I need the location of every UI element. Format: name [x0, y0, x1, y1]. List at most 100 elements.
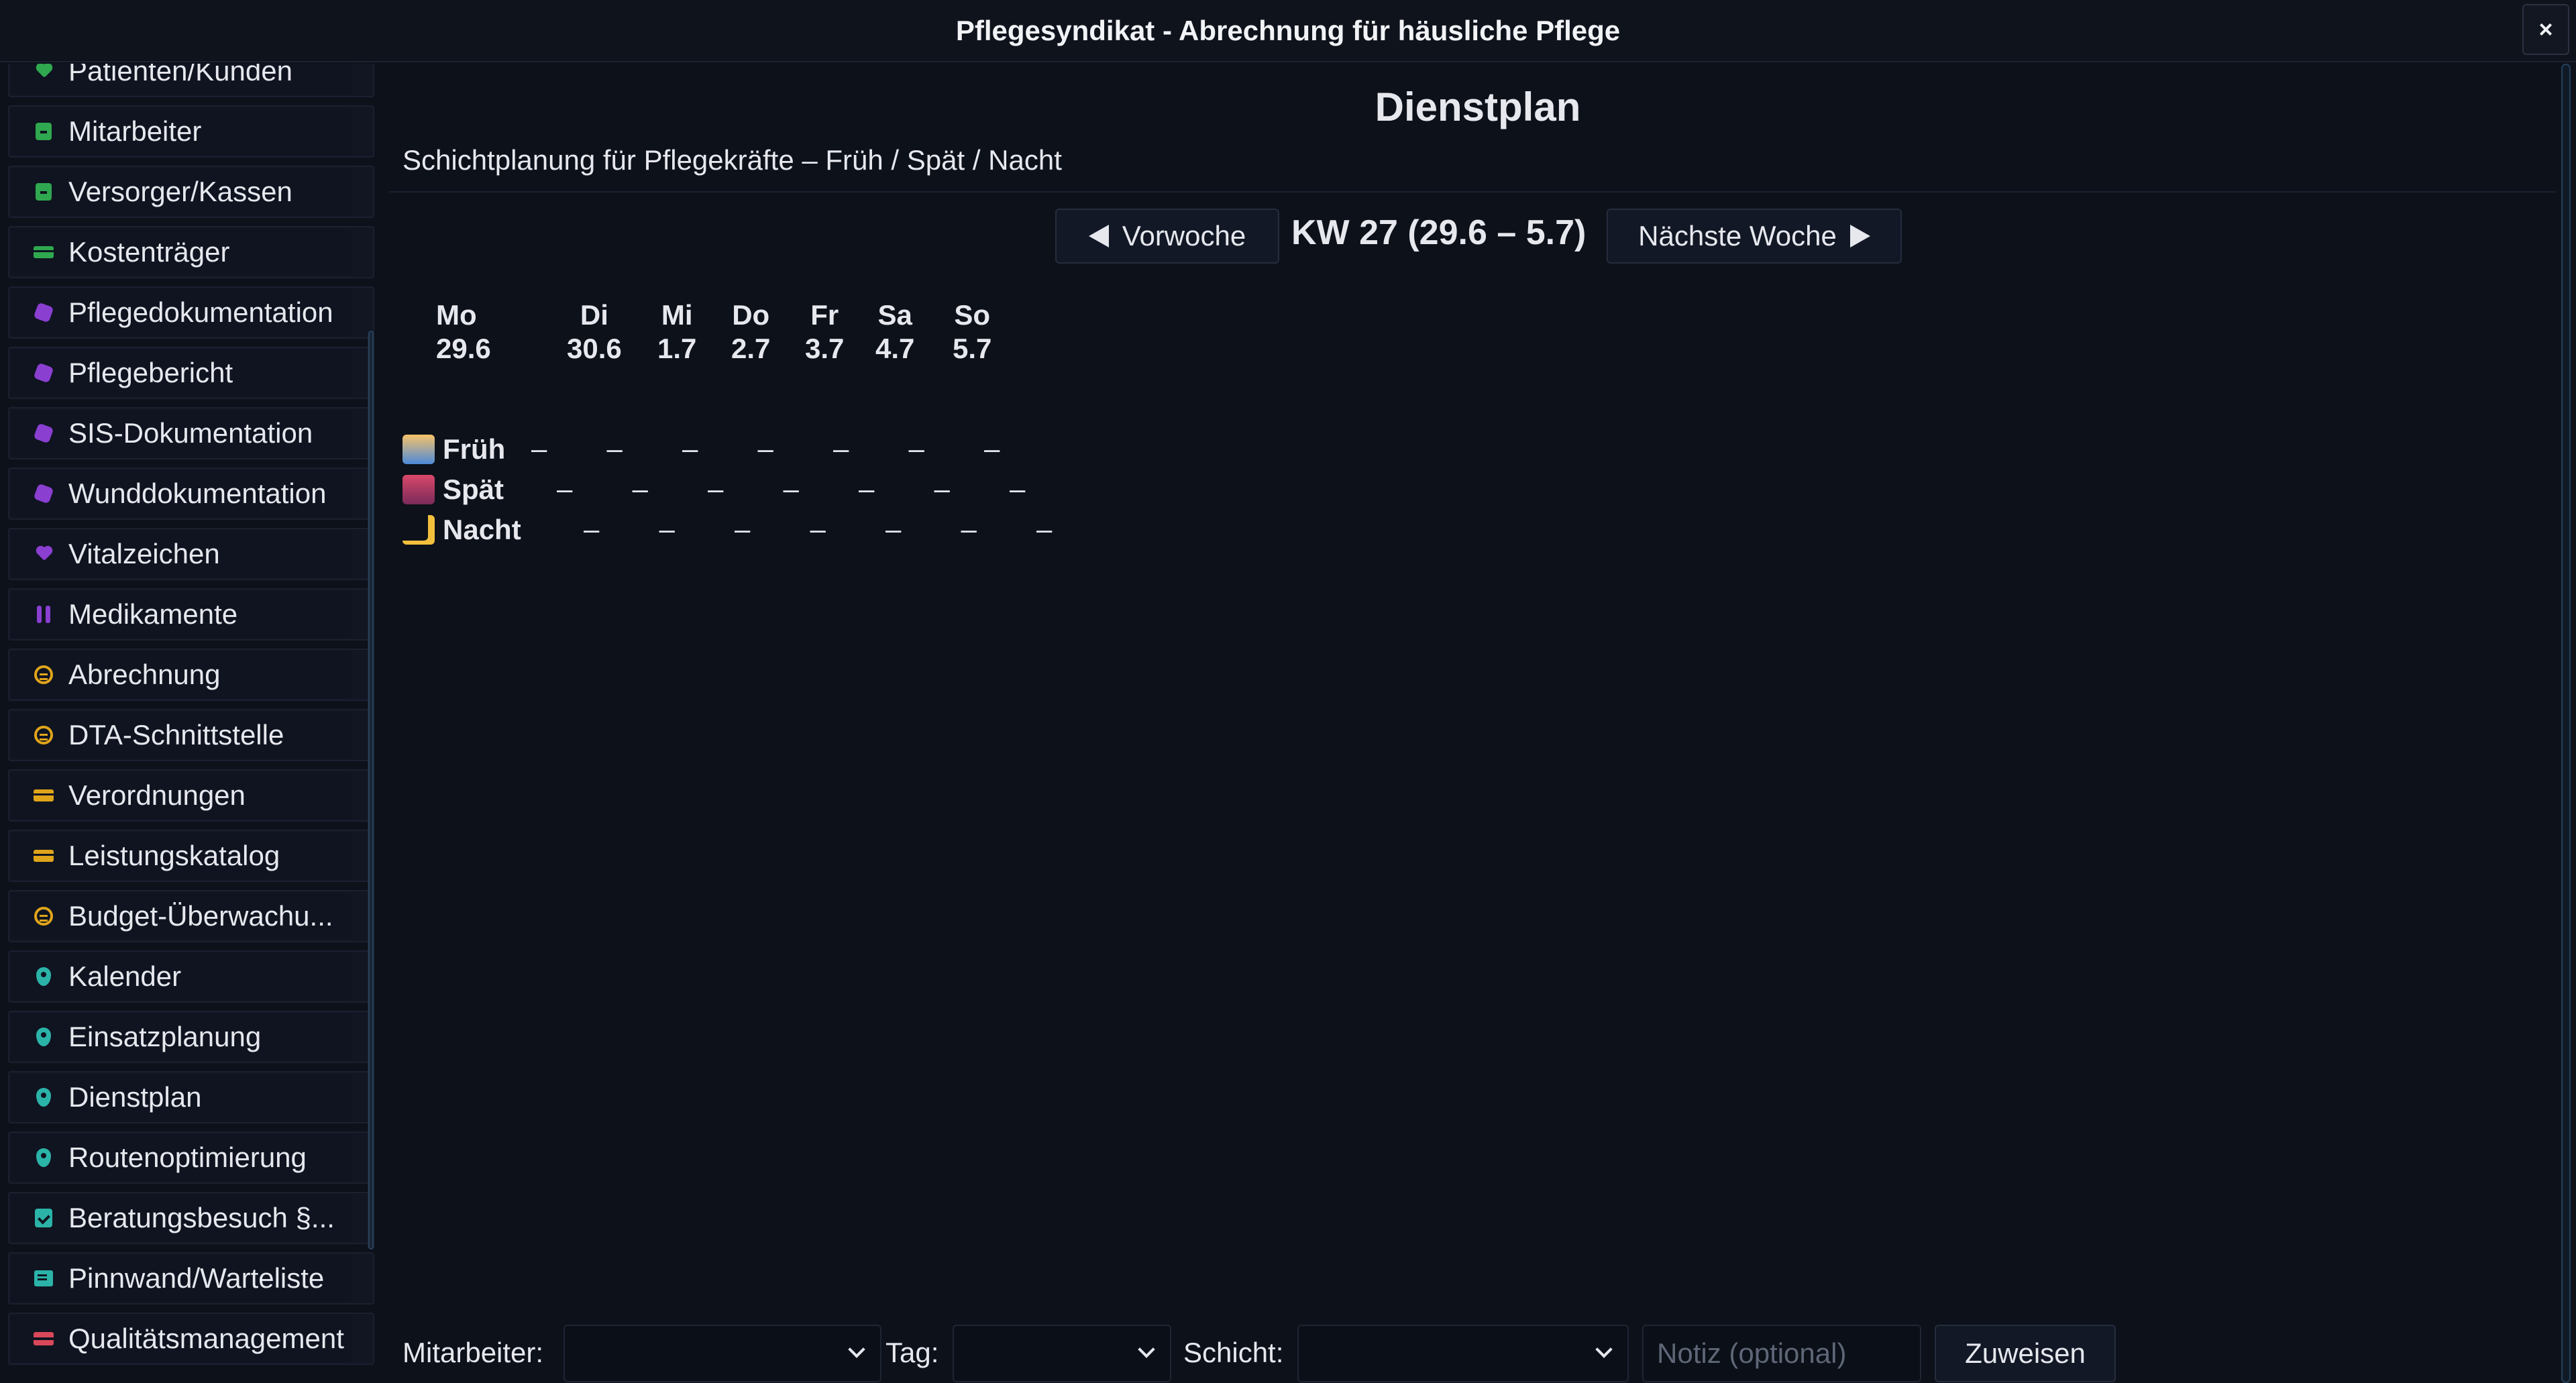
- sidebar-item-label: Kalender: [68, 960, 182, 992]
- shift-cell[interactable]: –: [833, 433, 849, 465]
- day-select[interactable]: [953, 1325, 1171, 1382]
- assign-button[interactable]: Zuweisen: [1935, 1325, 2116, 1382]
- shift-cell[interactable]: –: [885, 513, 901, 545]
- shift-cell[interactable]: –: [607, 433, 623, 465]
- shift-cell[interactable]: –: [531, 433, 547, 465]
- main-scrollbar[interactable]: [2561, 64, 2571, 1383]
- sidebar-item[interactable]: Medikamente: [8, 588, 374, 641]
- shift-label: Schicht:: [1183, 1337, 1284, 1368]
- sidebar-item[interactable]: Mitarbeiter: [8, 105, 374, 158]
- sidebar-item[interactable]: Einsatzplanung: [8, 1011, 374, 1063]
- coin-icon-shape: [34, 665, 53, 684]
- shift-cell[interactable]: –: [735, 513, 750, 545]
- coin-icon: [34, 665, 54, 685]
- note-icon: [34, 1268, 54, 1288]
- previous-week-label: Vorwoche: [1122, 220, 1246, 252]
- blob-icon-shape: [33, 362, 54, 384]
- shift-cell[interactable]: –: [584, 513, 599, 545]
- sidebar-item[interactable]: Kalender: [8, 950, 374, 1003]
- sidebar-item-label: Pinnwand/Warteliste: [68, 1262, 325, 1294]
- day-date: 30.6: [567, 333, 622, 364]
- pin-icon: [34, 966, 54, 987]
- shift-cell[interactable]: –: [758, 433, 773, 465]
- pill-icon-shape: [37, 606, 50, 623]
- sidebar-item[interactable]: Wunddokumentation: [8, 467, 374, 520]
- sidebar-item[interactable]: Vitalzeichen: [8, 528, 374, 580]
- shift-cell[interactable]: –: [859, 473, 874, 505]
- shift-row: Nacht: [402, 510, 521, 550]
- user-box-icon: [34, 182, 54, 202]
- sidebar-item[interactable]: Routenoptimierung: [8, 1131, 374, 1184]
- pin-icon-shape: [36, 1028, 51, 1046]
- sidebar-item[interactable]: Budget-Überwachu...: [8, 890, 374, 942]
- shift-cell[interactable]: –: [984, 433, 1000, 465]
- coin-icon: [34, 906, 54, 926]
- shift-label: Spät: [443, 474, 504, 505]
- day-date: 2.7: [731, 333, 771, 364]
- sidebar: Patienten/Kunden Mitarbeiter Versorger/Kas…: [0, 64, 376, 1383]
- chevron-down-icon: [1138, 1341, 1155, 1358]
- sidebar-item[interactable]: Abrechnung: [8, 649, 374, 701]
- employee-select[interactable]: [564, 1325, 881, 1382]
- heart-icon: [34, 544, 54, 564]
- sidebar-item[interactable]: Kostenträger: [8, 226, 374, 278]
- day-header: Do 2.7: [731, 298, 770, 366]
- shift-cell[interactable]: –: [784, 473, 799, 505]
- sidebar-item-label: Budget-Überwachu...: [68, 900, 333, 932]
- user-box-icon: [34, 121, 54, 142]
- shift-cell[interactable]: –: [682, 433, 698, 465]
- sidebar-item-label: Versorger/Kassen: [68, 176, 292, 207]
- blob-icon: [33, 423, 54, 444]
- close-button[interactable]: ×: [2522, 4, 2569, 55]
- shift-cell[interactable]: –: [557, 473, 572, 505]
- shift-cell[interactable]: –: [1036, 513, 1052, 545]
- day-header: Mo 29.6: [436, 298, 491, 366]
- day-name: Di: [580, 299, 608, 331]
- sidebar-item[interactable]: Verordnungen: [8, 769, 374, 822]
- user-box-icon-shape: [36, 183, 52, 201]
- sidebar-item[interactable]: DTA-Schnittstelle: [8, 709, 374, 761]
- sidebar-item[interactable]: Pflegedokumentation: [8, 286, 374, 339]
- sidebar-item[interactable]: Versorger/Kassen: [8, 166, 374, 218]
- shift-select[interactable]: [1297, 1325, 1629, 1382]
- next-week-button[interactable]: Nächste Woche: [1607, 209, 1902, 264]
- sidebar-item-label: Leistungskatalog: [68, 840, 280, 871]
- sidebar-scrollbar-thumb[interactable]: [368, 331, 374, 1250]
- card-icon-shape: [34, 789, 54, 801]
- note-input[interactable]: [1642, 1325, 1921, 1382]
- card-icon-shape: [34, 246, 54, 258]
- shift-cell[interactable]: –: [961, 513, 977, 545]
- previous-week-button[interactable]: Vorwoche: [1055, 209, 1279, 264]
- title-bar: Pflegesyndikat - Abrechnung für häuslich…: [0, 0, 2576, 62]
- shift-cell[interactable]: –: [810, 513, 826, 545]
- shift-cell[interactable]: –: [633, 473, 648, 505]
- sidebar-item-label: Mitarbeiter: [68, 115, 202, 147]
- day-date: 5.7: [953, 333, 992, 364]
- divider: [389, 191, 2556, 192]
- pin-icon-shape: [36, 967, 51, 986]
- day-name: Fr: [810, 299, 839, 331]
- sidebar-item[interactable]: Pinnwand/Warteliste: [8, 1252, 374, 1305]
- shift-cell[interactable]: –: [659, 513, 675, 545]
- pin-icon-shape: [36, 1148, 51, 1167]
- arrow-left-icon: [1088, 225, 1109, 247]
- shift-cell[interactable]: –: [934, 473, 950, 505]
- sidebar-item[interactable]: Leistungskatalog: [8, 830, 374, 882]
- day-header: So 5.7: [953, 298, 991, 366]
- sidebar-item[interactable]: Patienten/Kunden: [8, 64, 374, 97]
- shift-cell[interactable]: –: [1010, 473, 1025, 505]
- blob-icon: [33, 362, 54, 384]
- sidebar-item-label: Vitalzeichen: [68, 538, 220, 569]
- sidebar-item[interactable]: Beratungsbesuch §...: [8, 1192, 374, 1244]
- shift-cell[interactable]: –: [708, 473, 723, 505]
- sidebar-item[interactable]: Dienstplan: [8, 1071, 374, 1123]
- card-icon: [34, 846, 54, 866]
- user-box-icon-shape: [36, 123, 52, 140]
- day-name: Sa: [877, 299, 912, 331]
- sidebar-item[interactable]: SIS-Dokumentation: [8, 407, 374, 459]
- sidebar-item[interactable]: Qualitätsmanagement: [8, 1313, 374, 1365]
- employee-label: Mitarbeiter:: [402, 1337, 544, 1368]
- check-icon-shape: [35, 1209, 52, 1227]
- shift-cell[interactable]: –: [909, 433, 924, 465]
- sidebar-item[interactable]: Pflegebericht: [8, 347, 374, 399]
